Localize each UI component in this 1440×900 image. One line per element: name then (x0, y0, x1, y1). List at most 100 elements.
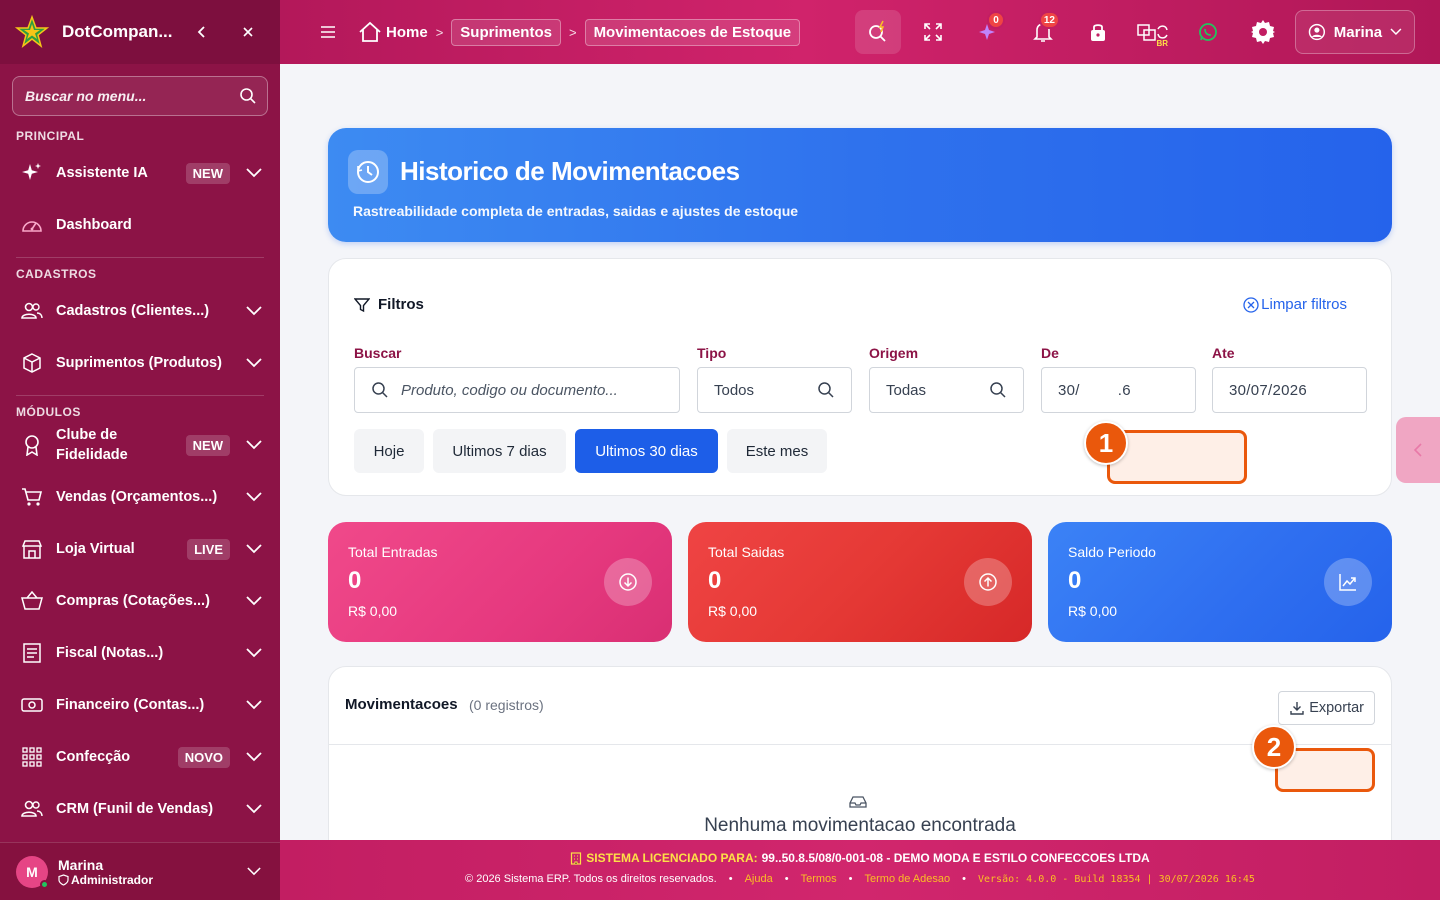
de-date-input[interactable]: 30/ .6 (1041, 367, 1196, 413)
sidebar-search (12, 76, 268, 116)
tipo-select[interactable]: Todos (697, 367, 852, 413)
section-modulos: MÓDULOS (16, 405, 81, 419)
footer-link-termos[interactable]: Termos (801, 873, 837, 885)
ate-label: Ate (1212, 345, 1235, 361)
expand-icon (924, 23, 942, 41)
sidebar-item-cadastros[interactable]: Cadastros (Clientes...) (0, 285, 280, 337)
trend-up-icon (1324, 558, 1372, 606)
de-value-start: 30/ (1058, 381, 1080, 399)
user-role: Administrador (58, 873, 244, 887)
stat-card-saldo: Saldo Periodo 0 R$ 0,00 (1048, 522, 1392, 642)
sidebar-item-label: Loja Virtual (56, 541, 135, 557)
de-value-end: .6 (1117, 381, 1131, 399)
live-badge: LIVE (187, 538, 230, 560)
stat-value: 0 (348, 567, 362, 594)
chevron-left-icon (197, 26, 205, 38)
export-button[interactable]: Exportar (1278, 691, 1375, 725)
arrow-down-circle-icon (604, 558, 652, 606)
search-icon (818, 382, 834, 398)
callout-marker-1: 1 (1084, 421, 1128, 465)
stat-label: Saldo Periodo (1068, 544, 1156, 560)
sidebar-item-label: Compras (Cotações...) (56, 593, 210, 609)
footer-link-ajuda[interactable]: Ajuda (745, 873, 773, 885)
new-badge: NEW (185, 434, 230, 456)
ate-date-input[interactable]: 30/07/2026 (1212, 367, 1367, 413)
sidebar-item-crm[interactable]: CRM (Funil de Vendas) (0, 783, 280, 835)
search-icon (990, 382, 1006, 398)
quick-filter-este-mes[interactable]: Este mes (727, 429, 827, 473)
main-inner: Historico de Movimentacoes Rastreabilida… (328, 128, 1392, 840)
lock-button[interactable] (1075, 10, 1121, 54)
page-subtitle: Rastreabilidade completa de entradas, sa… (353, 203, 799, 219)
page-title: Historico de Movimentacoes (400, 156, 740, 186)
sidebar-item-dashboard[interactable]: Dashboard (0, 199, 280, 251)
search-icon[interactable] (239, 87, 257, 105)
stat-label: Total Entradas (348, 544, 438, 560)
sidebar-item-label: Confecção (56, 749, 131, 765)
menu-toggle-button[interactable] (316, 20, 340, 44)
sidebar: DotCompan... PRINCIPAL Assistente IA NEW… (0, 0, 280, 900)
sidebar-item-confeccao[interactable]: Confecção NOVO (0, 731, 280, 783)
star-logo-icon (14, 14, 50, 50)
language-switch-button[interactable]: BR (1130, 10, 1176, 54)
quick-filter-hoje[interactable]: Hoje (354, 429, 424, 473)
whatsapp-button[interactable] (1185, 10, 1231, 54)
filters-title-text: Filtros (378, 296, 424, 313)
ai-count-badge: 0 (987, 11, 1005, 29)
footer-link-termo-adesao[interactable]: Termo de Adesao (865, 873, 951, 885)
lock-icon (1091, 24, 1105, 41)
footer-meta: © 2026 Sistema ERP. Todos os direitos re… (280, 873, 1440, 885)
brand-name: DotCompan... (62, 22, 173, 41)
sidebar-item-clube-fidelidade[interactable]: Clube de Fidelidade NEW (0, 419, 280, 471)
sidebar-user-panel[interactable]: M Marina Administrador (0, 842, 280, 900)
quick-filter-30-dias[interactable]: Ultimos 30 dias (575, 429, 718, 473)
sidebar-item-compras[interactable]: Compras (Cotações...) (0, 575, 280, 627)
quick-filter-7-dias[interactable]: Ultimos 7 dias (433, 429, 566, 473)
side-panel-toggle[interactable] (1396, 417, 1440, 483)
chevron-down-icon (1390, 28, 1402, 36)
user-name: Marina (58, 856, 104, 873)
sidebar-item-fiscal[interactable]: Fiscal (Notas...) (0, 627, 280, 679)
tipo-value: Todos (714, 381, 755, 399)
settings-button[interactable] (1240, 10, 1286, 54)
label-line-2: Fidelidade (56, 447, 128, 463)
sidebar-search-input[interactable] (25, 88, 239, 104)
breadcrumb-suprimentos[interactable]: Suprimentos (451, 18, 561, 46)
online-status-dot (40, 879, 49, 889)
breadcrumb-home[interactable]: Home (358, 21, 428, 43)
sidebar-item-loja-virtual[interactable]: Loja Virtual LIVE (0, 523, 280, 575)
buscar-label: Buscar (354, 345, 402, 361)
movements-count: (0 registros) (469, 697, 544, 713)
user-menu-button[interactable]: Marina (1295, 10, 1415, 54)
tipo-label: Tipo (697, 345, 727, 361)
topbar: Home > Suprimentos > Movimentacoes de Es… (280, 0, 1440, 64)
buscar-input[interactable] (401, 381, 663, 399)
sidebar-divider (16, 395, 264, 396)
close-sidebar-button[interactable] (234, 18, 262, 46)
sidebar-item-financeiro[interactable]: Financeiro (Contas...) (0, 679, 280, 731)
chevron-down-icon (244, 539, 264, 559)
chevron-down-icon (244, 643, 264, 663)
sidebar-item-suprimentos[interactable]: Suprimentos (Produtos) (0, 337, 280, 389)
footer-copyright: © 2026 Sistema ERP. Todos os direitos re… (465, 873, 717, 885)
cart-icon (20, 485, 44, 509)
license-value: 99..50.8.5/08/0-001-08 - DEMO MODA E EST… (761, 851, 1150, 865)
origem-select[interactable]: Todas (869, 367, 1024, 413)
stat-label: Total Saidas (708, 544, 785, 560)
sidebar-item-vendas[interactable]: Vendas (Orçamentos...) (0, 471, 280, 523)
ai-assistant-button[interactable]: 0 (965, 10, 1011, 54)
notifications-button[interactable]: 12 (1020, 10, 1066, 54)
sidebar-item-label: Cadastros (Clientes...) (56, 303, 210, 319)
clear-filters-link[interactable]: Limpar filtros (1243, 296, 1347, 313)
sidebar-item-label: Assistente IA (56, 165, 148, 181)
sidebar-divider (16, 257, 264, 258)
stat-value: 0 (708, 567, 722, 594)
global-search-button[interactable] (855, 10, 901, 54)
users-icon (20, 299, 44, 323)
callout-highlight-de (1107, 430, 1247, 484)
whatsapp-icon (1199, 23, 1217, 41)
fullscreen-button[interactable] (910, 10, 956, 54)
sidebar-item-assistente-ia[interactable]: Assistente IA NEW (0, 147, 280, 199)
collapse-sidebar-button[interactable] (188, 18, 216, 46)
users-icon (20, 797, 44, 821)
